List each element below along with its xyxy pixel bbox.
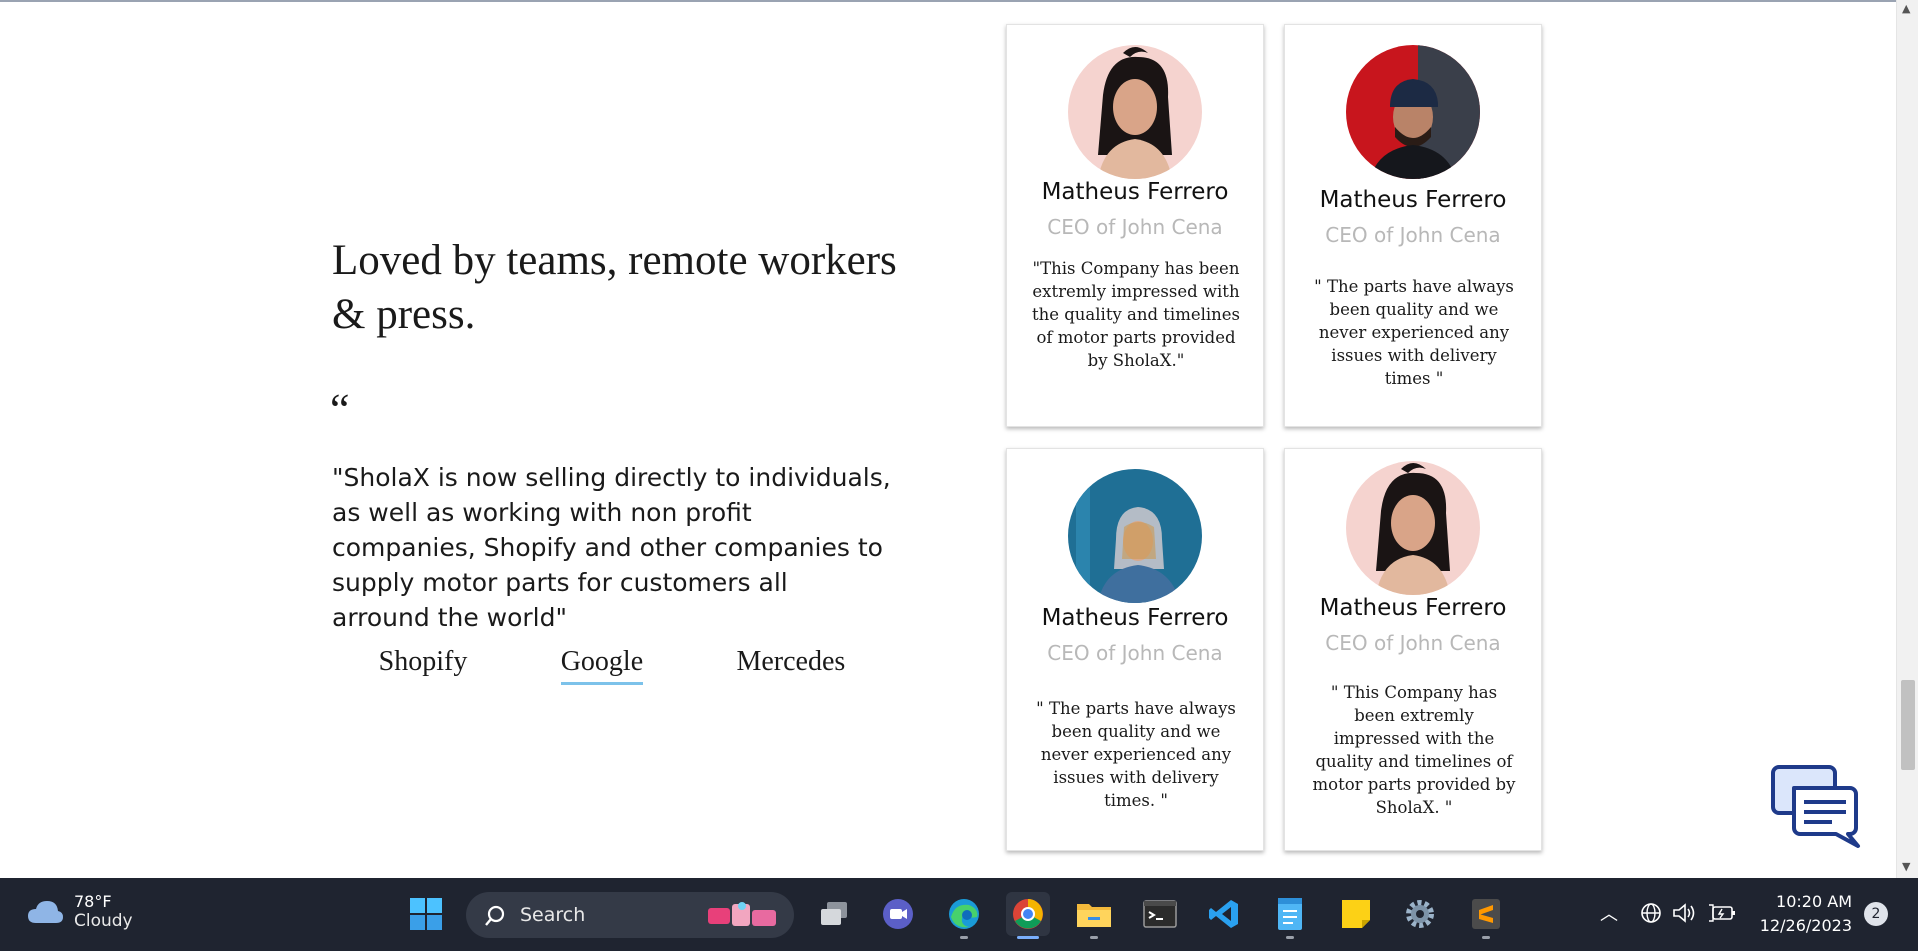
volume-speaker-icon[interactable] — [1672, 902, 1698, 924]
testimonial-text: " This Company has been extremly impress… — [1312, 683, 1516, 817]
scroll-up-arrow-icon[interactable]: ▲ — [1902, 2, 1910, 15]
woman-portrait-avatar — [1068, 45, 1202, 179]
chrome-browser-icon[interactable] — [1006, 892, 1050, 939]
reviewer-role: CEO of John Cena — [1047, 641, 1223, 665]
reviewer-name: Matheus Ferrero — [1041, 605, 1229, 631]
weather-widget[interactable]: 78°F Cloudy — [26, 892, 133, 931]
task-view-icon[interactable] — [812, 892, 856, 936]
brand-tab-google[interactable]: Google — [560, 646, 644, 685]
page-scrollbar[interactable]: ▲ ▼ — [1896, 0, 1918, 878]
edge-browser-icon[interactable] — [942, 892, 986, 939]
woman-portrait-avatar — [1346, 461, 1480, 595]
section-headline: Loved by teams, remote workers & press. — [332, 237, 897, 338]
brand-tabs: Shopify Google Mercedes — [332, 646, 892, 685]
scrollbar-thumb[interactable] — [1901, 680, 1915, 770]
chevron-up-icon[interactable]: ︿ — [1600, 900, 1618, 926]
weather-condition: Cloudy — [74, 911, 133, 931]
reviewer-name: Matheus Ferrero — [1319, 187, 1507, 213]
meet-video-icon[interactable] — [876, 892, 920, 936]
brand-tab-mercedes[interactable]: Mercedes — [736, 646, 845, 685]
network-globe-icon[interactable] — [1640, 902, 1662, 924]
terminal-icon[interactable] — [1138, 892, 1182, 936]
sublime-text-icon[interactable] — [1464, 892, 1508, 939]
notepad-icon[interactable] — [1268, 892, 1312, 939]
page-viewport: Loved by teams, remote workers & press. … — [0, 0, 1896, 878]
quote-mark: “ — [330, 385, 350, 434]
testimonial-card: Matheus Ferrero CEO of John Cena " The p… — [1006, 448, 1264, 851]
reviewer-role: CEO of John Cena — [1325, 631, 1501, 655]
brand-tab-shopify[interactable]: Shopify — [379, 646, 468, 685]
battery-charging-icon[interactable] — [1708, 903, 1736, 923]
search-icon — [485, 905, 505, 926]
featured-quote: "SholaX is now selling directly to indiv… — [332, 463, 891, 632]
cloud-icon — [28, 900, 63, 923]
reviewer-name: Matheus Ferrero — [1319, 595, 1507, 621]
notification-count-badge[interactable]: 2 — [1864, 902, 1888, 926]
reviewer-role: CEO of John Cena — [1325, 223, 1501, 247]
clock-time: 10:20 AM — [1776, 892, 1852, 911]
windows-start-icon[interactable] — [404, 892, 448, 936]
sticky-notes-icon[interactable] — [1334, 892, 1378, 936]
settings-gear-icon[interactable] — [1398, 892, 1442, 936]
testimonial-text: " The parts have always been quality and… — [1314, 277, 1514, 388]
testimonial-text: "This Company has been extremly impresse… — [1031, 259, 1241, 370]
chat-bubbles-icon[interactable] — [1770, 764, 1868, 850]
file-explorer-icon[interactable] — [1072, 892, 1116, 939]
testimonial-card: Matheus Ferrero CEO of John Cena " The p… — [1284, 24, 1542, 427]
man-cap-portrait-avatar — [1346, 45, 1480, 179]
scroll-down-arrow-icon[interactable]: ▼ — [1902, 860, 1910, 873]
taskbar-search-box[interactable]: Search — [466, 892, 794, 938]
testimonial-card: Matheus Ferrero CEO of John Cena "This C… — [1006, 24, 1264, 427]
clock-date: 12/26/2023 — [1759, 916, 1852, 935]
hooded-person-portrait-avatar — [1068, 469, 1202, 603]
testimonial-card: Matheus Ferrero CEO of John Cena " This … — [1284, 448, 1542, 851]
search-highlight-icon — [708, 902, 776, 926]
windows-taskbar: 78°F Cloudy Search ︿ 10:20 AM 12/26/2023… — [0, 878, 1918, 951]
reviewer-name: Matheus Ferrero — [1041, 179, 1229, 205]
vscode-icon[interactable] — [1202, 892, 1246, 936]
testimonial-text: " The parts have always been quality and… — [1036, 699, 1236, 810]
weather-temperature: 78°F — [74, 892, 112, 911]
system-clock[interactable]: 10:20 AM 12/26/2023 — [1756, 890, 1852, 938]
reviewer-role: CEO of John Cena — [1047, 215, 1223, 239]
search-label: Search — [520, 904, 586, 926]
